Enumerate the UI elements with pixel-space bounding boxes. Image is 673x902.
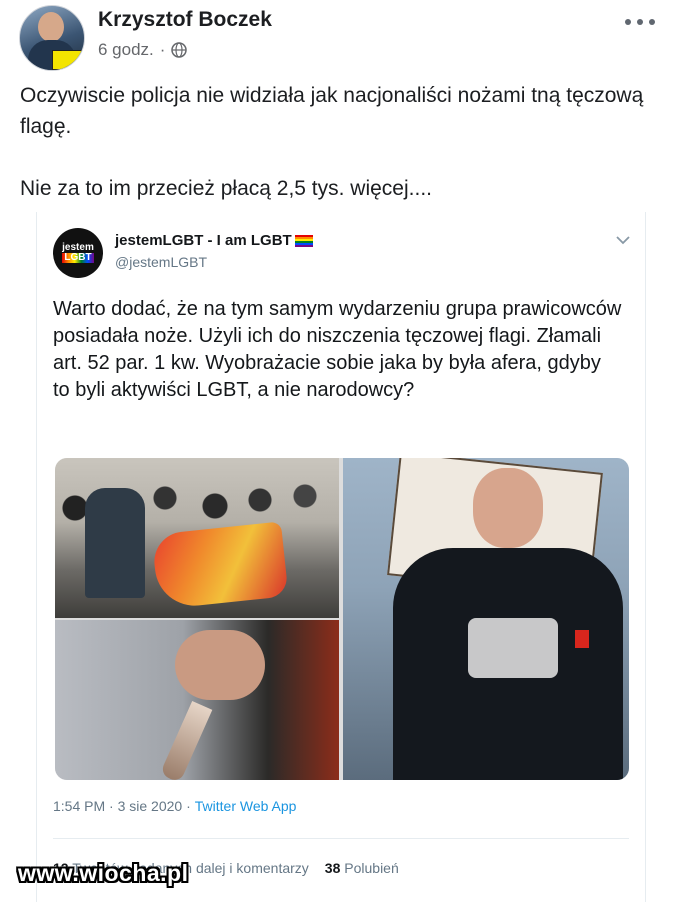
tweet-avatar-text: LGBT [62, 252, 94, 263]
photo-man-with-knife[interactable] [343, 458, 629, 780]
photo-rainbow-flag [151, 521, 289, 610]
author-avatar[interactable] [19, 5, 85, 71]
more-dot [625, 19, 631, 25]
post-text-line: Oczywiscie policja nie widziała jak nacj… [20, 84, 644, 138]
photo-knife-closeup[interactable] [55, 620, 339, 780]
tweet-timestamp[interactable]: 1:54 PM · 3 sie 2020 · [53, 798, 191, 814]
tweet-avatar[interactable]: jestem LGBT [53, 228, 103, 278]
tweet-media-grid[interactable] [55, 458, 629, 780]
photo-hand [175, 630, 265, 700]
meta-separator: · [159, 40, 166, 59]
tweet-timestamp-row: 1:54 PM · 3 sie 2020 · Twitter Web App [53, 798, 296, 814]
site-watermark: www.wiocha.pl [18, 860, 189, 886]
more-options-icon[interactable] [625, 12, 655, 32]
tweet-source-link[interactable]: Twitter Web App [195, 798, 297, 814]
post-meta: 6 godz. · [98, 40, 188, 60]
photo-shirt-print [468, 618, 558, 678]
photo-figure [85, 488, 145, 598]
photo-head [473, 468, 543, 548]
tweet-display-name: jestemLGBT - I am LGBT [115, 232, 292, 249]
globe-icon[interactable] [171, 42, 188, 58]
more-dot [637, 19, 643, 25]
likes-label: Polubień [344, 860, 399, 876]
post-text: Oczywiscie policja nie widziała jak nacj… [20, 80, 650, 204]
chevron-down-icon[interactable] [615, 234, 631, 246]
post-header: Krzysztof Boczek 6 godz. · [0, 0, 673, 72]
more-dot [649, 19, 655, 25]
post-text-line: Nie za to im przecież płacą 2,5 tys. wię… [20, 177, 432, 200]
likes-stat[interactable]: 38 Polubień [325, 860, 399, 876]
photo-patch [575, 630, 589, 648]
likes-count: 38 [324, 860, 341, 876]
tweet-text: Warto dodać, że na tym samym wydarzeniu … [53, 298, 622, 401]
tweet-display-name-row[interactable]: jestemLGBT - I am LGBT [115, 232, 313, 249]
rainbow-flag-icon [294, 234, 313, 247]
photo-flag-cutting[interactable] [55, 458, 339, 618]
photo-knife-blade [159, 700, 213, 780]
embedded-tweet[interactable]: jestem LGBT jestemLGBT - I am LGBT @jest… [36, 212, 646, 902]
author-name[interactable]: Krzysztof Boczek [98, 8, 272, 32]
tweet-divider [53, 838, 629, 839]
tweet-handle[interactable]: @jestemLGBT [115, 254, 207, 270]
post-time[interactable]: 6 godz. [98, 40, 154, 60]
avatar-badge [52, 50, 82, 70]
avatar-face [38, 12, 64, 42]
